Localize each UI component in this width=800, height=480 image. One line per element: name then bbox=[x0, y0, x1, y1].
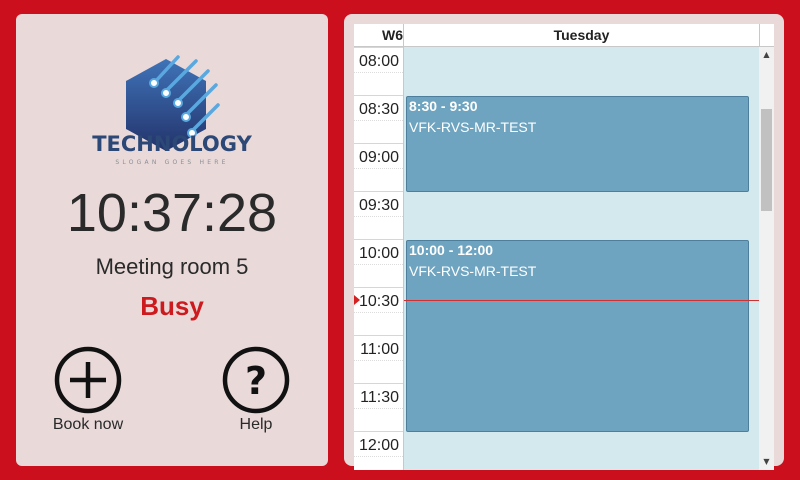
book-now-button[interactable]: Book now bbox=[38, 346, 138, 434]
logo-wordmark: TECHNOLOGY bbox=[92, 132, 252, 156]
calendar-grid[interactable]: 08:00 08:30 09:00 09:30 10:00 10:30 11:0… bbox=[354, 47, 759, 470]
time-label: 11:30 bbox=[360, 389, 399, 406]
plus-circle-icon bbox=[54, 346, 122, 414]
room-status: Busy bbox=[140, 291, 204, 321]
week-number: W6 bbox=[354, 24, 404, 46]
half-hour-divider bbox=[354, 360, 403, 361]
scrollbar-thumb[interactable] bbox=[761, 109, 772, 211]
time-column: 08:00 08:30 09:00 09:30 10:00 10:30 11:0… bbox=[354, 47, 404, 470]
half-hour-divider bbox=[354, 408, 403, 409]
half-hour-divider bbox=[354, 312, 403, 313]
calendar-event[interactable]: 10:00 - 12:00 VFK-RVS-MR-TEST bbox=[406, 240, 749, 432]
time-slot: 11:30 bbox=[354, 383, 403, 432]
day-calendar: W6 Tuesday 08:00 08:30 09:00 09:30 10:00… bbox=[354, 24, 774, 470]
time-label: 12:00 bbox=[358, 437, 399, 454]
time-label: 10:00 bbox=[358, 245, 399, 262]
calendar-header: W6 Tuesday bbox=[354, 24, 774, 47]
day-header: Tuesday bbox=[404, 24, 760, 46]
help-button[interactable]: ? Help bbox=[206, 346, 306, 434]
half-hour-divider bbox=[354, 72, 403, 73]
half-hour-divider bbox=[354, 120, 403, 121]
help-label: Help bbox=[239, 416, 273, 433]
time-label: 08:30 bbox=[358, 101, 399, 118]
half-hour-divider bbox=[354, 264, 403, 265]
time-slot: 09:30 bbox=[354, 191, 403, 240]
room-name: Meeting room 5 bbox=[95, 254, 249, 279]
event-title: VFK-RVS-MR-TEST bbox=[409, 263, 537, 279]
calendar-panel: W6 Tuesday 08:00 08:30 09:00 09:30 10:00… bbox=[344, 14, 784, 470]
time-slot: 11:00 bbox=[354, 335, 403, 384]
event-time: 8:30 - 9:30 bbox=[409, 98, 478, 114]
current-time-indicator bbox=[404, 300, 759, 301]
half-hour-divider bbox=[354, 216, 403, 217]
time-slot: 10:30 bbox=[354, 287, 403, 336]
calendar-event[interactable]: 8:30 - 9:30 VFK-RVS-MR-TEST bbox=[406, 96, 749, 192]
time-slot: 08:00 bbox=[354, 47, 403, 96]
scroll-up-arrow-icon[interactable]: ▲ bbox=[759, 47, 774, 63]
time-label: 09:00 bbox=[358, 149, 399, 166]
room-info-panel: TECHNOLOGY SLOGAN GOES HERE 10:37:28 Mee… bbox=[16, 14, 328, 466]
question-circle-icon: ? bbox=[222, 346, 290, 414]
day-column[interactable]: 8:30 - 9:30 VFK-RVS-MR-TEST 10:00 - 12:0… bbox=[404, 47, 759, 470]
calendar-scrollbar[interactable]: ▲ ▼ bbox=[759, 47, 774, 470]
time-label: 10:30 bbox=[358, 293, 399, 310]
scroll-down-arrow-icon[interactable]: ▼ bbox=[759, 454, 774, 470]
time-slot: 09:00 bbox=[354, 143, 403, 192]
time-label: 08:00 bbox=[358, 53, 399, 70]
current-time-clock: 10:37:28 bbox=[66, 183, 278, 243]
svg-text:?: ? bbox=[245, 359, 267, 403]
time-slot: 10:00 bbox=[354, 239, 403, 288]
time-label: 11:00 bbox=[360, 341, 399, 358]
time-label: 09:30 bbox=[358, 197, 399, 214]
time-slot: 08:30 bbox=[354, 95, 403, 144]
event-title: VFK-RVS-MR-TEST bbox=[409, 119, 537, 135]
time-slot: 12:00 bbox=[354, 431, 403, 470]
half-hour-divider bbox=[354, 168, 403, 169]
half-hour-divider bbox=[354, 456, 403, 457]
event-time: 10:00 - 12:00 bbox=[409, 242, 494, 258]
book-now-label: Book now bbox=[52, 416, 124, 433]
current-time-arrow-icon bbox=[354, 295, 360, 305]
logo-slogan: SLOGAN GOES HERE bbox=[115, 159, 229, 166]
